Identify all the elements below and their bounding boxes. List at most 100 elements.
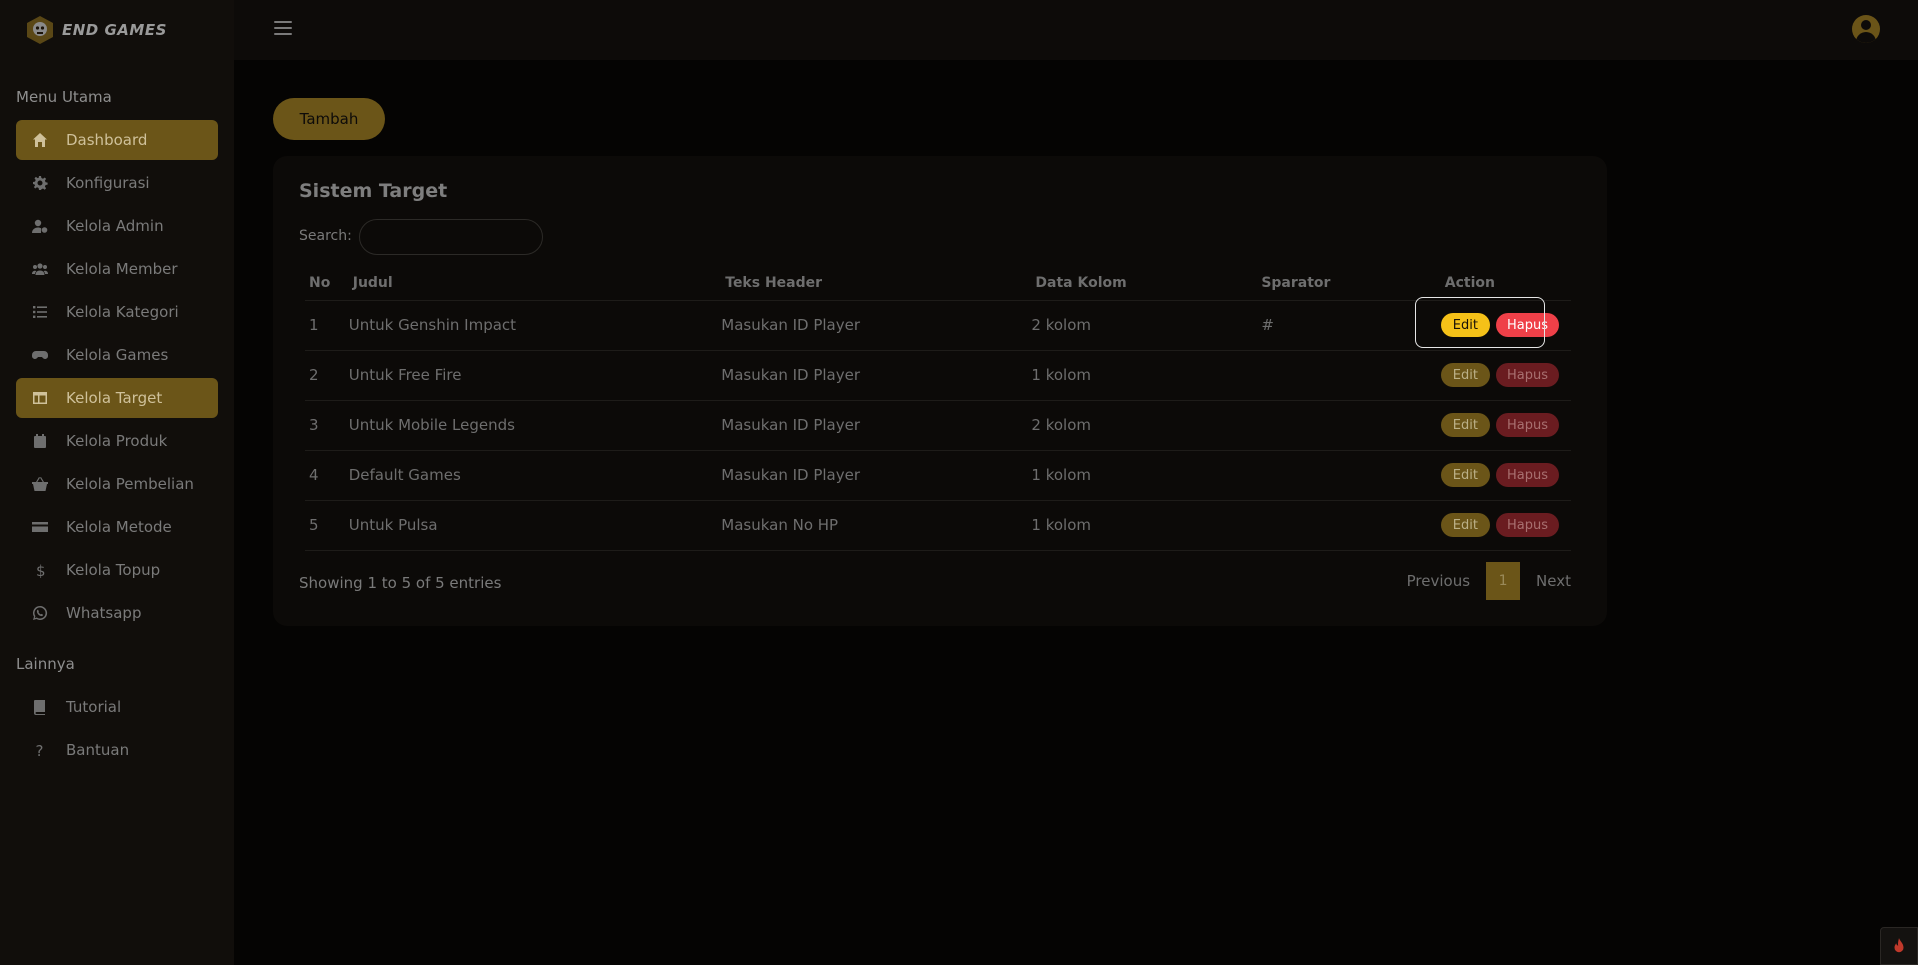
cell-teks-header: Masukan ID Player	[717, 350, 1028, 401]
sidebar-item-konfigurasi[interactable]: Konfigurasi	[16, 163, 218, 203]
cell-judul: Default Games	[344, 450, 718, 501]
sidebar-item-label: Kelola Kategori	[66, 303, 179, 321]
sidebar-item-label: Whatsapp	[66, 604, 142, 622]
cell-no: 3	[305, 400, 345, 451]
table-row: 5 Untuk Pulsa Masukan No HP 1 kolom Edit…	[305, 500, 1571, 551]
cell-no: 5	[305, 500, 345, 551]
svg-text:$: $	[36, 562, 46, 578]
sidebar-item-label: Kelola Metode	[66, 518, 172, 536]
calendar-icon	[30, 431, 50, 451]
cell-sparator	[1253, 400, 1437, 451]
sidebar-item-label: Bantuan	[66, 741, 130, 759]
home-icon	[30, 130, 50, 150]
column-header-action: Action	[1436, 266, 1571, 301]
sidebar-item-label: Tutorial	[66, 698, 122, 716]
pagination-page-current[interactable]: 1	[1486, 562, 1521, 600]
cell-no: 1	[305, 300, 345, 351]
column-header-judul[interactable]: Judul	[344, 266, 718, 301]
sidebar-item-kelola-target[interactable]: Kelola Target	[16, 378, 218, 418]
whatsapp-icon	[30, 603, 50, 623]
column-header-data-kolom[interactable]: Data Kolom	[1027, 266, 1254, 301]
svg-text:?: ?	[36, 742, 44, 758]
section-other-label: Lainnya	[16, 655, 75, 673]
edit-button[interactable]: Edit	[1440, 413, 1490, 437]
column-header-no[interactable]: No	[305, 266, 345, 301]
sidebar-item-label: Dashboard	[66, 131, 148, 149]
cell-action: Edit Hapus	[1436, 400, 1571, 451]
hamburger-menu-icon[interactable]	[274, 21, 292, 35]
delete-button[interactable]: Hapus	[1495, 363, 1559, 387]
cell-data-kolom: 1 kolom	[1027, 450, 1254, 501]
flame-icon[interactable]	[1880, 927, 1918, 965]
topbar	[234, 0, 1918, 60]
cell-judul: Untuk Pulsa	[344, 500, 718, 551]
cell-sparator: #	[1253, 300, 1437, 351]
gamepad-icon	[30, 345, 50, 365]
column-header-teks-header[interactable]: Teks Header	[717, 266, 1028, 301]
delete-button[interactable]: Hapus	[1495, 513, 1559, 537]
delete-button[interactable]: Hapus	[1495, 313, 1559, 337]
sidebar-item-kelola-pembelian[interactable]: Kelola Pembelian	[16, 464, 218, 504]
sidebar-item-kelola-kategori[interactable]: Kelola Kategori	[16, 292, 218, 332]
sidebar-item-kelola-admin[interactable]: Kelola Admin	[16, 206, 218, 246]
sidebar-item-kelola-games[interactable]: Kelola Games	[16, 335, 218, 375]
cell-action: Edit Hapus	[1436, 450, 1571, 501]
sidebar-item-dashboard[interactable]: Dashboard	[16, 120, 218, 160]
delete-button[interactable]: Hapus	[1495, 413, 1559, 437]
cell-action: Edit Hapus	[1436, 300, 1571, 351]
cell-sparator	[1253, 500, 1437, 551]
question-icon: ?	[30, 740, 50, 760]
column-header-sparator[interactable]: Sparator	[1253, 266, 1437, 301]
table-row: 3 Untuk Mobile Legends Masukan ID Player…	[305, 400, 1571, 451]
target-card: Sistem Target Search: No Judul Teks Head…	[273, 156, 1607, 626]
sidebar-item-bantuan[interactable]: ? Bantuan	[16, 730, 218, 770]
section-main-label: Menu Utama	[16, 88, 112, 106]
cell-action: Edit Hapus	[1436, 500, 1571, 551]
cell-no: 4	[305, 450, 345, 501]
gear-icon	[30, 173, 50, 193]
sidebar-item-kelola-member[interactable]: Kelola Member	[16, 249, 218, 289]
brand[interactable]: END GAMES	[0, 0, 234, 60]
search-input[interactable]	[359, 219, 543, 255]
table-row: 1 Untuk Genshin Impact Masukan ID Player…	[305, 300, 1571, 351]
edit-button[interactable]: Edit	[1440, 513, 1490, 537]
cell-teks-header: Masukan ID Player	[717, 450, 1028, 501]
sidebar: END GAMES Menu Utama Dashboard Konfigura…	[0, 0, 234, 965]
sidebar-item-label: Konfigurasi	[66, 174, 150, 192]
cell-action: Edit Hapus	[1436, 350, 1571, 401]
user-gear-icon	[30, 216, 50, 236]
cell-judul: Untuk Free Fire	[344, 350, 718, 401]
cell-judul: Untuk Mobile Legends	[344, 400, 718, 451]
cell-sparator	[1253, 350, 1437, 401]
card-icon	[30, 517, 50, 537]
dollar-icon: $	[30, 560, 50, 580]
edit-button[interactable]: Edit	[1440, 463, 1490, 487]
table-row: 4 Default Games Masukan ID Player 1 kolo…	[305, 450, 1571, 501]
book-icon	[30, 697, 50, 717]
edit-button[interactable]: Edit	[1440, 363, 1490, 387]
sidebar-item-kelola-metode[interactable]: Kelola Metode	[16, 507, 218, 547]
sidebar-item-kelola-topup[interactable]: $ Kelola Topup	[16, 550, 218, 590]
edit-button[interactable]: Edit	[1440, 313, 1490, 337]
pagination-previous[interactable]: Previous	[1391, 572, 1486, 590]
search-label: Search:	[299, 228, 352, 244]
table-info: Showing 1 to 5 of 5 entries	[299, 574, 502, 592]
pagination-next[interactable]: Next	[1520, 572, 1587, 590]
sidebar-item-label: Kelola Games	[66, 346, 169, 364]
basket-icon	[30, 474, 50, 494]
cell-data-kolom: 1 kolom	[1027, 500, 1254, 551]
cell-teks-header: Masukan ID Player	[717, 300, 1028, 351]
delete-button[interactable]: Hapus	[1495, 463, 1559, 487]
avatar[interactable]	[1852, 15, 1880, 43]
sidebar-item-tutorial[interactable]: Tutorial	[16, 687, 218, 727]
list-icon	[30, 302, 50, 322]
target-table: No Judul Teks Header Data Kolom Sparator…	[305, 266, 1571, 551]
sidebar-item-whatsapp[interactable]: Whatsapp	[16, 593, 218, 633]
table-row: 2 Untuk Free Fire Masukan ID Player 1 ko…	[305, 350, 1571, 401]
add-button[interactable]: Tambah	[273, 98, 385, 140]
sidebar-item-kelola-produk[interactable]: Kelola Produk	[16, 421, 218, 461]
sidebar-item-label: Kelola Pembelian	[66, 475, 194, 493]
card-title: Sistem Target	[299, 180, 448, 202]
cell-teks-header: Masukan ID Player	[717, 400, 1028, 451]
cell-data-kolom: 1 kolom	[1027, 350, 1254, 401]
